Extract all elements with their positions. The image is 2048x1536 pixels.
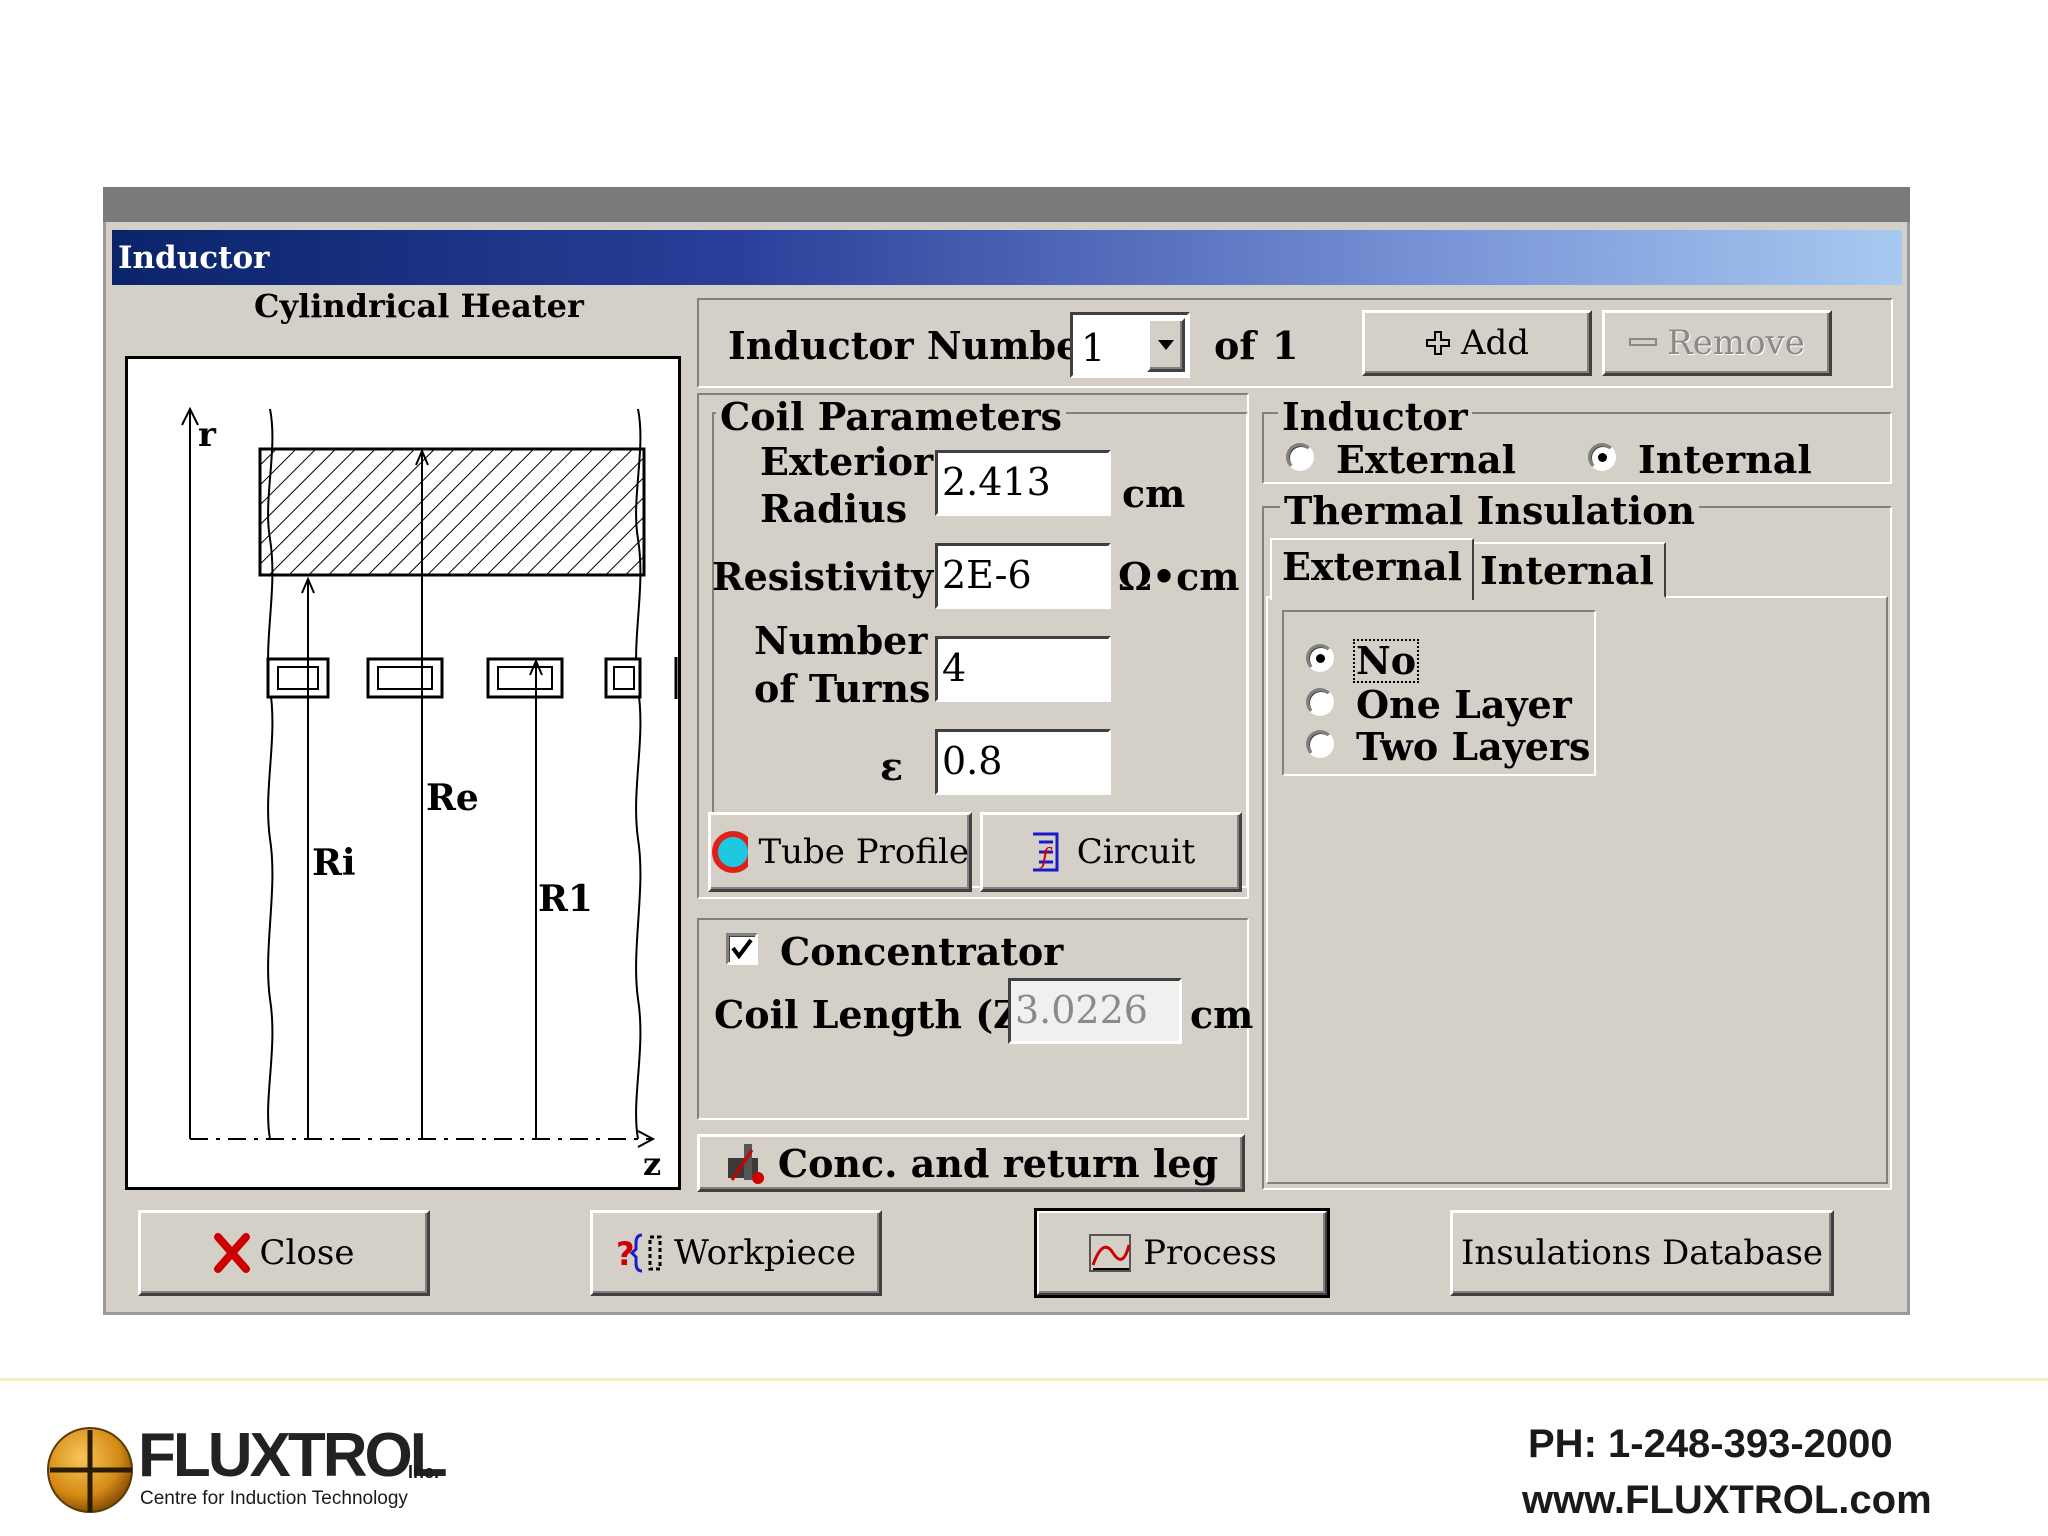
conc-return-leg-button[interactable]: Conc. and return leg <box>697 1134 1245 1192</box>
close-button[interactable]: Close <box>138 1210 430 1296</box>
inductor-internal-label: Internal <box>1638 437 1812 482</box>
circuit-icon: f <box>1032 832 1059 872</box>
close-button-label: Close <box>259 1233 355 1273</box>
thermal-insulation-title: Thermal Insulation <box>1280 492 1700 530</box>
add-plus-icon <box>1425 331 1450 355</box>
coil-parameters-title: Coil Parameters <box>716 398 1067 436</box>
tube-profile-button[interactable]: Tube Profile <box>708 812 972 892</box>
resistivity-input[interactable]: 2E-6 <box>935 543 1111 609</box>
circuit-label: Circuit <box>1076 832 1196 872</box>
insulation-one-layer-label: One Layer <box>1356 682 1572 727</box>
workpiece-button[interactable]: ? Workpiece <box>590 1210 882 1296</box>
footer-divider <box>0 1378 2048 1381</box>
coil-length-input[interactable]: 3.0226 <box>1008 978 1182 1044</box>
exterior-radius-unit: cm <box>1122 471 1186 516</box>
insulation-two-layers-label: Two Layers <box>1356 724 1591 769</box>
z-axis-label: z <box>643 1145 662 1183</box>
turns-input[interactable]: 4 <box>935 636 1111 702</box>
inductor-internal-radio[interactable] <box>1588 443 1616 471</box>
svg-text:f: f <box>1039 845 1053 870</box>
insulation-no-label: No <box>1352 638 1420 683</box>
inductor-type-title: Inductor <box>1278 398 1472 436</box>
insulation-two-layers-radio[interactable] <box>1306 730 1334 758</box>
coil-length-label: Coil Length (Z) <box>714 992 1039 1037</box>
circuit-button[interactable]: f Circuit <box>980 812 1242 892</box>
insulations-database-button[interactable]: Insulations Database <box>1450 1210 1834 1296</box>
logo-tagline: Centre for Induction Technology <box>140 1488 408 1509</box>
inductor-number-value: 1 <box>1081 326 1106 370</box>
inductor-external-radio[interactable] <box>1286 443 1314 471</box>
concentrator-label: Concentrator <box>780 929 1064 974</box>
add-button-label: Add <box>1460 323 1530 363</box>
logo-suffix: Inc. <box>408 1462 440 1482</box>
turns-label-2: of Turns <box>754 666 931 711</box>
ri-label: Ri <box>312 842 356 884</box>
inductor-number-label: Inductor Number <box>728 323 1101 368</box>
coil-length-unit: cm <box>1190 992 1254 1037</box>
epsilon-label: ε <box>880 744 904 789</box>
add-button[interactable]: Add <box>1362 310 1592 376</box>
insulation-one-layer-radio[interactable] <box>1306 688 1334 716</box>
heater-diagram <box>125 356 681 1190</box>
workpiece-button-label: Workpiece <box>674 1233 856 1273</box>
exterior-radius-input[interactable]: 2.413 <box>935 450 1111 516</box>
inductor-total: 1 <box>1272 323 1299 368</box>
r-axis-label: r <box>198 415 216 455</box>
exterior-radius-label-2: Radius <box>760 486 908 531</box>
conc-return-leg-label: Conc. and return leg <box>777 1140 1219 1186</box>
epsilon-input[interactable]: 0.8 <box>935 729 1111 795</box>
tab-internal[interactable]: Internal <box>1468 542 1666 598</box>
close-x-icon <box>213 1233 250 1273</box>
window-frame-top <box>103 187 1910 225</box>
process-icon <box>1089 1234 1132 1272</box>
footer-website[interactable]: www.FLUXTROL.com <box>1522 1478 1932 1523</box>
exterior-radius-label-1: Exterior <box>760 439 934 484</box>
concentrator-checkbox[interactable] <box>726 933 758 965</box>
tube-profile-icon <box>712 831 749 873</box>
remove-button[interactable]: Remove <box>1602 310 1832 376</box>
re-label: Re <box>426 777 479 819</box>
diagram-title: Cylindrical Heater <box>254 287 584 325</box>
fluxtrol-logo-icon <box>44 1420 140 1516</box>
resistivity-label: Resistivity <box>712 554 934 599</box>
remove-button-label: Remove <box>1667 323 1805 363</box>
insulations-database-label: Insulations Database <box>1460 1233 1824 1273</box>
inductor-external-label: External <box>1336 437 1517 482</box>
heater-diagram-drawing <box>181 406 678 1148</box>
tube-profile-label: Tube Profile <box>758 832 969 872</box>
workpiece-icon: ? <box>616 1233 662 1273</box>
of-label: of <box>1214 323 1256 368</box>
turns-label-1: Number <box>754 618 928 663</box>
insulation-no-radio[interactable] <box>1306 644 1334 672</box>
tab-external-label: External <box>1282 544 1463 589</box>
remove-minus-icon <box>1629 338 1658 346</box>
resistivity-unit: Ω•cm <box>1118 554 1240 599</box>
process-button[interactable]: Process <box>1034 1208 1330 1298</box>
tab-external[interactable]: External <box>1270 538 1475 600</box>
r1-label: R1 <box>538 878 593 920</box>
footer-phone: PH: 1-248-393-2000 <box>1528 1422 1893 1466</box>
title-bar[interactable] <box>112 230 1902 285</box>
dropdown-arrow-icon[interactable] <box>1147 318 1185 372</box>
conc-leg-icon <box>727 1144 764 1184</box>
inductor-number-select[interactable]: 1 <box>1070 312 1190 378</box>
tab-internal-label: Internal <box>1480 548 1654 593</box>
window-title: Inductor <box>118 240 270 276</box>
logo-brand: FLUXTROL <box>138 1421 448 1490</box>
process-button-label: Process <box>1143 1233 1277 1273</box>
